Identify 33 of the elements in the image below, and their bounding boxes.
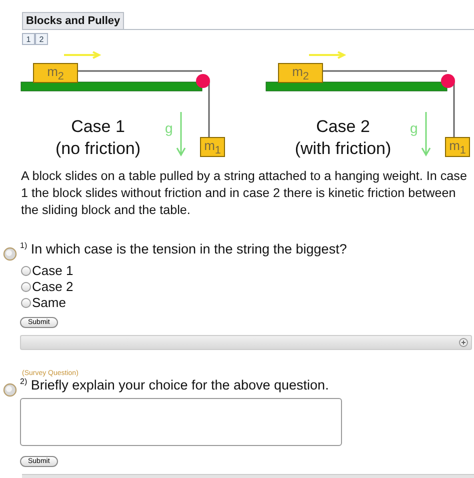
hanging-block: m$_{1}$ bbox=[445, 137, 470, 157]
motion-arrow-icon bbox=[308, 51, 346, 59]
answer-box[interactable] bbox=[20, 398, 342, 446]
gravity-arrow-icon bbox=[176, 111, 186, 157]
pulley bbox=[441, 74, 455, 88]
option-label: Same bbox=[32, 294, 66, 310]
gravity-label: g bbox=[165, 120, 173, 136]
page-tab[interactable]: 1 bbox=[22, 33, 35, 45]
string-line bbox=[208, 81, 210, 138]
radio-button[interactable] bbox=[21, 266, 31, 276]
sliding-block: m$_{2}$ bbox=[33, 63, 78, 83]
string-line bbox=[453, 81, 455, 138]
gravity-label: g bbox=[410, 120, 418, 136]
pulley bbox=[196, 74, 210, 88]
hanging-block: m$_{1}$ bbox=[200, 137, 225, 157]
expand-icon[interactable] bbox=[459, 338, 468, 346]
sliding-block: m$_{2}$ bbox=[278, 63, 323, 83]
description-text: A block slides on a table pulled by a string attached to a hanging weight. In case 1 the block slides without friction and in case 2 there is kinetic friction between the sliding block and the table. bbox=[21, 168, 468, 219]
question-text: $^{2)}$ Briefly explain your choice for the above question. bbox=[20, 376, 330, 392]
question-text: $^{1)}$ In which case is the tension in the string the biggest? bbox=[20, 241, 348, 256]
question-status-icon bbox=[3, 382, 17, 396]
case-title: Case 2 bbox=[315, 116, 371, 138]
radio-button[interactable] bbox=[21, 282, 31, 292]
motion-arrow-icon bbox=[63, 51, 102, 59]
case-title: Case 1 bbox=[70, 116, 126, 138]
page-tab[interactable]: 2 bbox=[35, 33, 48, 45]
case-subtitle: (with friction) bbox=[294, 138, 392, 160]
question-status-icon bbox=[3, 247, 17, 261]
option-label: Case 2 bbox=[32, 278, 74, 294]
case-subtitle: (no friction) bbox=[54, 138, 142, 160]
option-label: Case 1 bbox=[32, 262, 74, 278]
gravity-arrow-icon bbox=[421, 111, 431, 157]
radio-button[interactable] bbox=[21, 298, 31, 308]
